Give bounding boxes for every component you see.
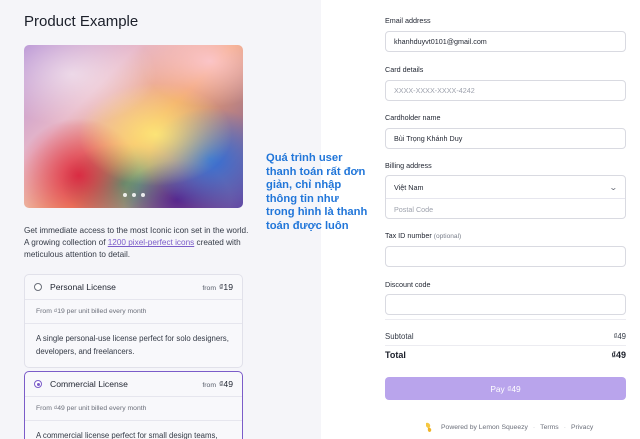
icons-link[interactable]: 1200 pixel-perfect icons [108,238,194,247]
email-field[interactable]: khanhduyvt0101@gmail.com [385,31,626,52]
price-value: ₫19 [219,282,233,292]
subtotal-row: Subtotal ₫49 [385,332,626,341]
plan-name: Commercial License [50,379,128,389]
radio-button[interactable] [34,283,42,291]
cardholder-label: Cardholder name [385,113,441,122]
plan-commercial[interactable]: Commercial License from ₫49 From ₫49 per … [24,371,243,439]
billing-address-group: Việt Nam ⌄ Postal Code [385,175,626,219]
carousel-dot[interactable] [140,193,145,197]
total-value: ₫49 [611,350,626,360]
plan-billing: From ₫49 per unit billed every month [25,396,242,420]
tax-id-field[interactable] [385,246,626,267]
from-label: from [202,382,217,389]
plan-personal[interactable]: Personal License from ₫19 From ₫19 per un… [24,274,243,368]
tax-id-label: Tax ID number (optional) [385,231,461,240]
postal-code-field[interactable]: Postal Code [386,198,625,220]
total-label: Total [385,350,406,360]
price-value: ₫49 [219,379,233,389]
total-row: Total ₫49 [385,350,626,360]
country-select[interactable]: Việt Nam ⌄ [386,176,625,198]
subtotal-label: Subtotal [385,332,414,341]
discount-label: Discount code [385,280,431,289]
product-title: Product Example [24,13,139,30]
plan-billing: From ₫19 per unit billed every month [25,299,242,323]
email-label: Email address [385,16,431,25]
annotation-text: Quá trình user thanh toán rất đơn giản, … [266,152,368,232]
chevron-down-icon: ⌄ [609,182,619,192]
separator: · [563,424,566,431]
separator: · [532,424,536,431]
privacy-link[interactable]: Privacy [571,424,593,431]
lemon-squeezy-icon [426,422,432,432]
plan-price: from ₫19 [202,282,233,292]
plan-description: A single personal-use license perfect fo… [25,323,242,367]
plan-description: A commercial license perfect for small d… [25,420,242,439]
product-image [24,45,243,208]
discount-field[interactable] [385,294,626,315]
divider [385,319,626,320]
optional-label: (optional) [433,233,462,240]
footer: Powered by Lemon Squeezy · Terms · Priva… [424,422,593,433]
billing-label: Billing address [385,161,432,170]
powered-by-text[interactable]: Powered by Lemon Squeezy [441,424,528,431]
country-value: Việt Nam [394,182,424,192]
cardholder-field[interactable]: Bùi Trọng Khánh Duy [385,128,626,149]
carousel-dot[interactable] [122,193,127,197]
card-field[interactable]: XXXX-XXXX-XXXX-4242 [385,80,626,101]
plan-price: from ₫49 [202,379,233,389]
plan-name: Personal License [50,282,116,292]
carousel-dots[interactable] [122,193,145,197]
terms-link[interactable]: Terms [540,424,559,431]
tax-id-label-text: Tax ID number [385,231,432,240]
carousel-dot[interactable] [131,193,136,197]
plan-header[interactable]: Personal License from ₫19 [25,275,242,299]
divider [385,345,626,346]
card-label: Card details [385,65,424,74]
subtotal-value: ₫49 [613,332,626,341]
from-label: from [202,285,217,292]
product-description: Get immediate access to the most Iconic … [24,225,249,262]
radio-button-selected[interactable] [34,380,42,388]
plan-header[interactable]: Commercial License from ₫49 [25,372,242,396]
pay-button[interactable]: Pay ₫49 [385,377,626,400]
